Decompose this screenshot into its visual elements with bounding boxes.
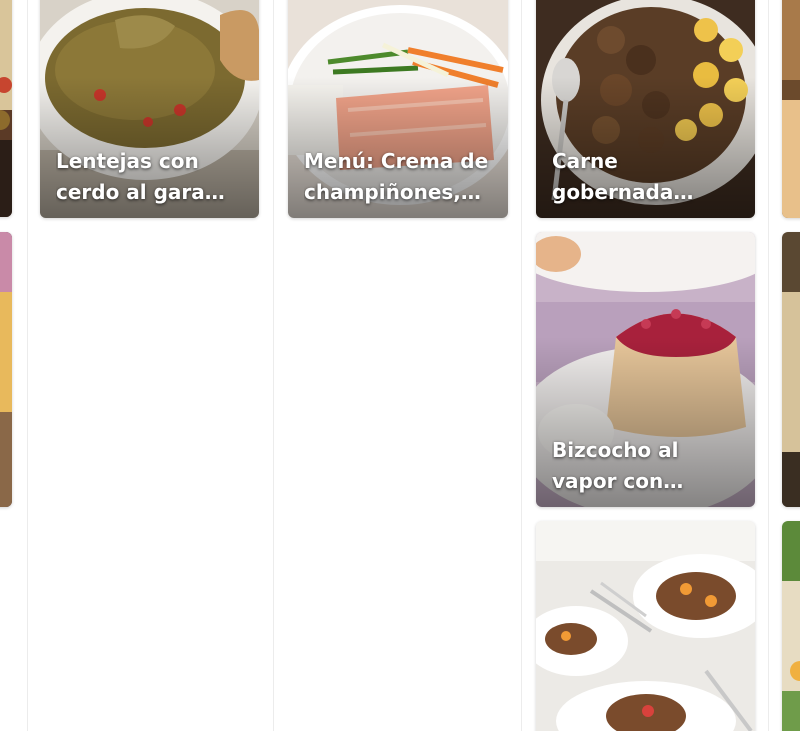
recipe-card-partial[interactable] (782, 0, 800, 218)
recipe-photo (782, 232, 800, 507)
recipe-photo (0, 232, 12, 507)
recipe-photo (0, 0, 12, 217)
recipe-title: Lentejas con cerdo al garam masala (56, 149, 226, 204)
recipe-grid: Lentejas con cerdo al garam masala Menú:… (0, 0, 800, 731)
recipe-card-partial[interactable] (0, 0, 12, 217)
recipe-card-partial[interactable] (782, 232, 800, 507)
column-divider (27, 0, 28, 731)
recipe-title: Bizcocho al vapor con mermelada de fruto… (552, 438, 679, 493)
column-divider (273, 0, 274, 731)
recipe-card-partial[interactable] (0, 232, 12, 507)
column-divider (521, 0, 522, 731)
recipe-title: Carne gobernada (Cocción lenta) (552, 149, 674, 204)
recipe-card[interactable]: Bizcocho al vapor con mermelada de fruto… (536, 232, 755, 507)
recipe-card[interactable]: Lentejas con cerdo al garam masala (40, 0, 259, 218)
recipe-photo (782, 521, 800, 731)
recipe-photo (536, 521, 755, 731)
recipe-card[interactable]: Menú: Crema de champiñones, salmón y ver… (288, 0, 508, 218)
recipe-photo (782, 0, 800, 218)
recipe-card[interactable]: Carne gobernada (Cocción lenta) (536, 0, 755, 218)
recipe-title: Menú: Crema de champiñones, salmón y ver… (304, 149, 489, 204)
recipe-card[interactable] (536, 521, 755, 731)
column-divider (768, 0, 769, 731)
recipe-card-partial[interactable] (782, 521, 800, 731)
